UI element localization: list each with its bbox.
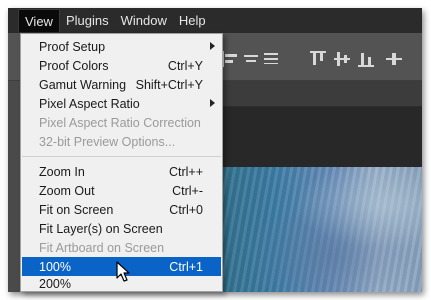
menu-item-fit-layers-on-screen[interactable]: Fit Layer(s) on Screen (22, 219, 221, 238)
menu-item-fit-artboard-on-screen: Fit Artboard on Screen (39, 240, 165, 255)
mouse-pointer-icon (116, 261, 130, 282)
shortcut-label: Ctrl++ (168, 164, 203, 179)
shortcut-label: Ctrl+0 (169, 202, 203, 217)
submenu-arrow-icon (210, 99, 215, 107)
menu-item-32bit-preview-options: 32-bit Preview Options... (39, 134, 176, 149)
tools-panel-edge (8, 81, 20, 292)
menu-item-pixel-aspect-ratio[interactable]: Pixel Aspect Ratio (22, 94, 221, 113)
menu-item-zoom-out[interactable]: Zoom Out Ctrl+- (22, 181, 221, 200)
menu-plugins[interactable]: Plugins (60, 9, 115, 32)
menu-item-proof-setup[interactable]: Proof Setup (22, 37, 221, 56)
align-right-icon[interactable] (262, 51, 280, 67)
menu-item-pixel-aspect-ratio-correction: Pixel Aspect Ratio Correction (39, 115, 201, 130)
shortcut-label: Ctrl+1 (169, 259, 203, 274)
shortcut-label: Ctrl+- (172, 183, 203, 198)
align-middle-icon[interactable] (334, 51, 352, 67)
menu-view[interactable]: View (18, 9, 60, 32)
canvas-image (198, 167, 422, 292)
menu-item-proof-colors[interactable]: Proof Colors Ctrl+Y (22, 56, 221, 75)
shortcut-label: Ctrl+Y (167, 58, 203, 73)
distribute-icon[interactable] (386, 51, 404, 67)
menu-help[interactable]: Help (173, 9, 212, 32)
menu-bar: View Plugins Window Help (8, 8, 422, 33)
align-left-icon[interactable] (222, 51, 240, 67)
menu-separator (22, 156, 221, 157)
menu-item-zoom-in[interactable]: Zoom In Ctrl++ (22, 162, 221, 181)
view-menu-dropdown: Proof Setup Proof Colors Ctrl+Y Gamut Wa… (20, 33, 223, 292)
shortcut-label: Shift+Ctrl+Y (135, 77, 203, 92)
menu-item-fit-on-screen[interactable]: Fit on Screen Ctrl+0 (22, 200, 221, 219)
menu-item-gamut-warning[interactable]: Gamut Warning Shift+Ctrl+Y (22, 75, 221, 94)
align-bottom-icon[interactable] (358, 51, 376, 67)
align-top-icon[interactable] (310, 51, 328, 67)
menu-window[interactable]: Window (115, 9, 173, 32)
align-center-icon[interactable] (242, 51, 260, 67)
submenu-arrow-icon (210, 42, 215, 50)
